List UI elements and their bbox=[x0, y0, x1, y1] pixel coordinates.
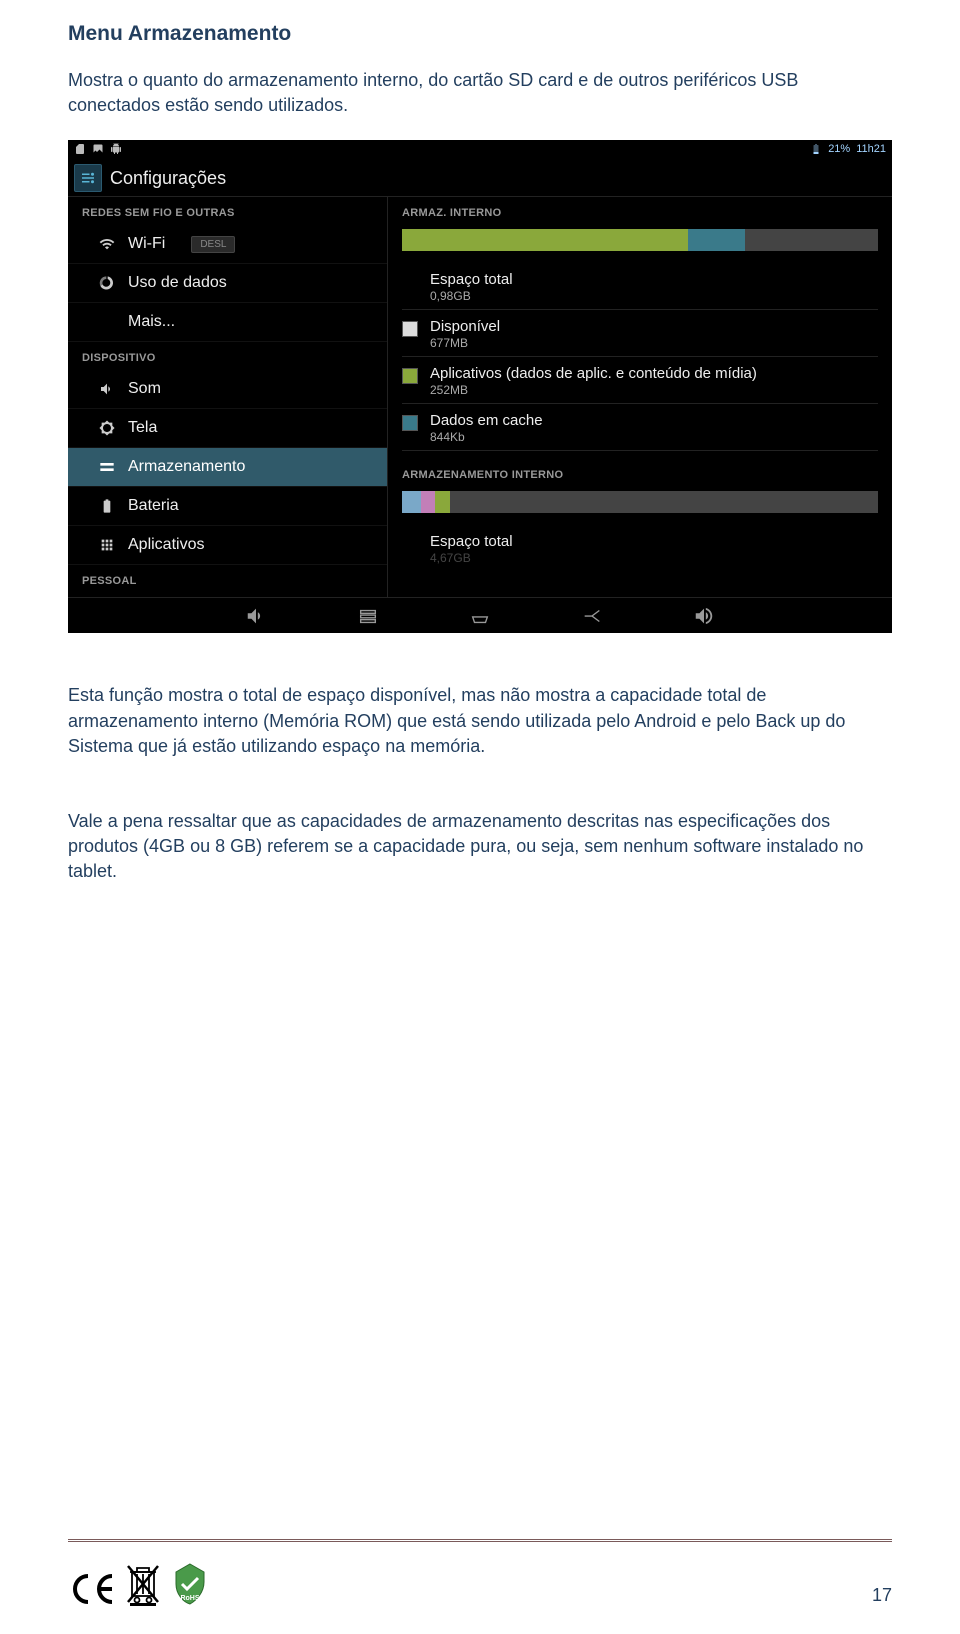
nav-recent-icon[interactable] bbox=[357, 605, 379, 627]
storage-swatch bbox=[402, 415, 418, 431]
storage-bar-segment bbox=[745, 229, 878, 251]
battery-icon bbox=[810, 143, 822, 155]
sidebar-display-label: Tela bbox=[128, 419, 157, 437]
storage-item[interactable]: Aplicativos (dados de aplic. e conteúdo … bbox=[402, 359, 878, 404]
ce-mark-icon bbox=[68, 1572, 116, 1606]
battery-percent: 21% bbox=[828, 143, 850, 155]
sidebar-item-sound[interactable]: Som bbox=[68, 370, 387, 409]
storage-item-label: Aplicativos (dados de aplic. e conteúdo … bbox=[430, 365, 878, 382]
storage-item-total2[interactable]: Espaço total 4,67GB bbox=[402, 527, 878, 571]
storage-item[interactable]: Disponível677MB bbox=[402, 312, 878, 357]
image-status-icon bbox=[92, 143, 104, 155]
storage-item-value: 0,98GB bbox=[430, 289, 878, 303]
storage-bar-segment bbox=[688, 229, 745, 251]
sidebar-section-device: DISPOSITIVO bbox=[68, 342, 387, 370]
rohs-icon: RoHS bbox=[170, 1562, 210, 1606]
storage-total2-label: Espaço total bbox=[430, 533, 878, 550]
storage-item[interactable]: Dados em cache844Kb bbox=[402, 406, 878, 451]
storage-bar-segment bbox=[435, 491, 449, 513]
storage-item-value: 844Kb bbox=[430, 430, 878, 444]
status-clock: 11h21 bbox=[856, 143, 886, 155]
storage-item-label: Espaço total bbox=[430, 271, 878, 288]
sidebar-item-data-usage[interactable]: Uso de dados bbox=[68, 264, 387, 303]
storage-total2-value: 4,67GB bbox=[430, 551, 878, 565]
sidebar-item-apps[interactable]: Aplicativos bbox=[68, 526, 387, 565]
sidebar-data-usage-label: Uso de dados bbox=[128, 274, 227, 292]
nav-volume-up-icon[interactable] bbox=[693, 605, 715, 627]
settings-icon bbox=[74, 164, 102, 192]
android-status-icon bbox=[110, 143, 122, 155]
settings-sidebar: REDES SEM FIO E OUTRAS Wi-Fi DESL Uso de… bbox=[68, 197, 388, 597]
page-heading: Menu Armazenamento bbox=[68, 22, 892, 46]
paragraph-3: Vale a pena ressaltar que as capacidades… bbox=[68, 809, 892, 885]
more-icon bbox=[98, 313, 116, 331]
apps-icon bbox=[98, 536, 116, 554]
battery-nav-icon bbox=[98, 497, 116, 515]
system-navbar bbox=[68, 597, 892, 633]
storage-item-label: Disponível bbox=[430, 318, 878, 335]
paragraph-2: Esta função mostra o total de espaço dis… bbox=[68, 683, 892, 759]
nav-home-icon[interactable] bbox=[469, 605, 491, 627]
storage-bar-segment bbox=[402, 491, 421, 513]
wifi-icon bbox=[98, 235, 116, 253]
display-icon bbox=[98, 419, 116, 437]
data-usage-icon bbox=[98, 274, 116, 292]
storage-section-internal: ARMAZ. INTERNO bbox=[402, 197, 878, 225]
sound-icon bbox=[98, 380, 116, 398]
weee-bin-icon bbox=[126, 1562, 160, 1606]
footer-icons: RoHS bbox=[68, 1562, 210, 1606]
sidebar-sound-label: Som bbox=[128, 380, 161, 398]
storage-bar-internal2[interactable] bbox=[402, 491, 878, 513]
sidebar-item-wifi[interactable]: Wi-Fi DESL bbox=[68, 225, 387, 264]
sidebar-more-label: Mais... bbox=[128, 313, 175, 331]
storage-section-internal2: ARMAZENAMENTO INTERNO bbox=[402, 459, 878, 487]
storage-item-label: Dados em cache bbox=[430, 412, 878, 429]
status-bar: 21% 11h21 bbox=[68, 140, 892, 158]
intro-paragraph: Mostra o quanto do armazenamento interno… bbox=[68, 68, 892, 118]
android-screenshot: 21% 11h21 Configurações REDES SEM FIO E … bbox=[68, 140, 892, 633]
sidebar-section-personal: PESSOAL bbox=[68, 565, 387, 593]
page-number: 17 bbox=[872, 1585, 892, 1606]
storage-bar-segment bbox=[421, 491, 435, 513]
svg-text:RoHS: RoHS bbox=[180, 1595, 199, 1602]
storage-item-value: 252MB bbox=[430, 383, 878, 397]
sidebar-item-battery[interactable]: Bateria bbox=[68, 487, 387, 526]
sdcard-status-icon bbox=[74, 143, 86, 155]
sidebar-storage-label: Armazenamento bbox=[128, 458, 245, 476]
sidebar-item-storage[interactable]: Armazenamento bbox=[68, 448, 387, 487]
sidebar-item-display[interactable]: Tela bbox=[68, 409, 387, 448]
nav-back-icon[interactable] bbox=[581, 605, 603, 627]
settings-title: Configurações bbox=[110, 168, 226, 189]
storage-swatch bbox=[402, 368, 418, 384]
sidebar-wifi-label: Wi-Fi bbox=[128, 235, 165, 253]
storage-bar-internal[interactable] bbox=[402, 229, 878, 251]
storage-main: ARMAZ. INTERNO Espaço total0,98GBDisponí… bbox=[388, 197, 892, 597]
storage-bar-segment bbox=[402, 229, 688, 251]
storage-item[interactable]: Espaço total0,98GB bbox=[402, 265, 878, 310]
wifi-toggle[interactable]: DESL bbox=[191, 236, 235, 253]
storage-swatch bbox=[402, 321, 418, 337]
sidebar-apps-label: Aplicativos bbox=[128, 536, 204, 554]
nav-volume-down-icon[interactable] bbox=[245, 605, 267, 627]
sidebar-section-wireless: REDES SEM FIO E OUTRAS bbox=[68, 197, 387, 225]
storage-icon bbox=[98, 458, 116, 476]
sidebar-item-more[interactable]: Mais... bbox=[68, 303, 387, 342]
footer-divider bbox=[68, 1539, 892, 1542]
settings-header: Configurações bbox=[68, 158, 892, 197]
storage-item-value: 677MB bbox=[430, 336, 878, 350]
storage-bar-segment bbox=[450, 491, 878, 513]
sidebar-battery-label: Bateria bbox=[128, 497, 179, 515]
